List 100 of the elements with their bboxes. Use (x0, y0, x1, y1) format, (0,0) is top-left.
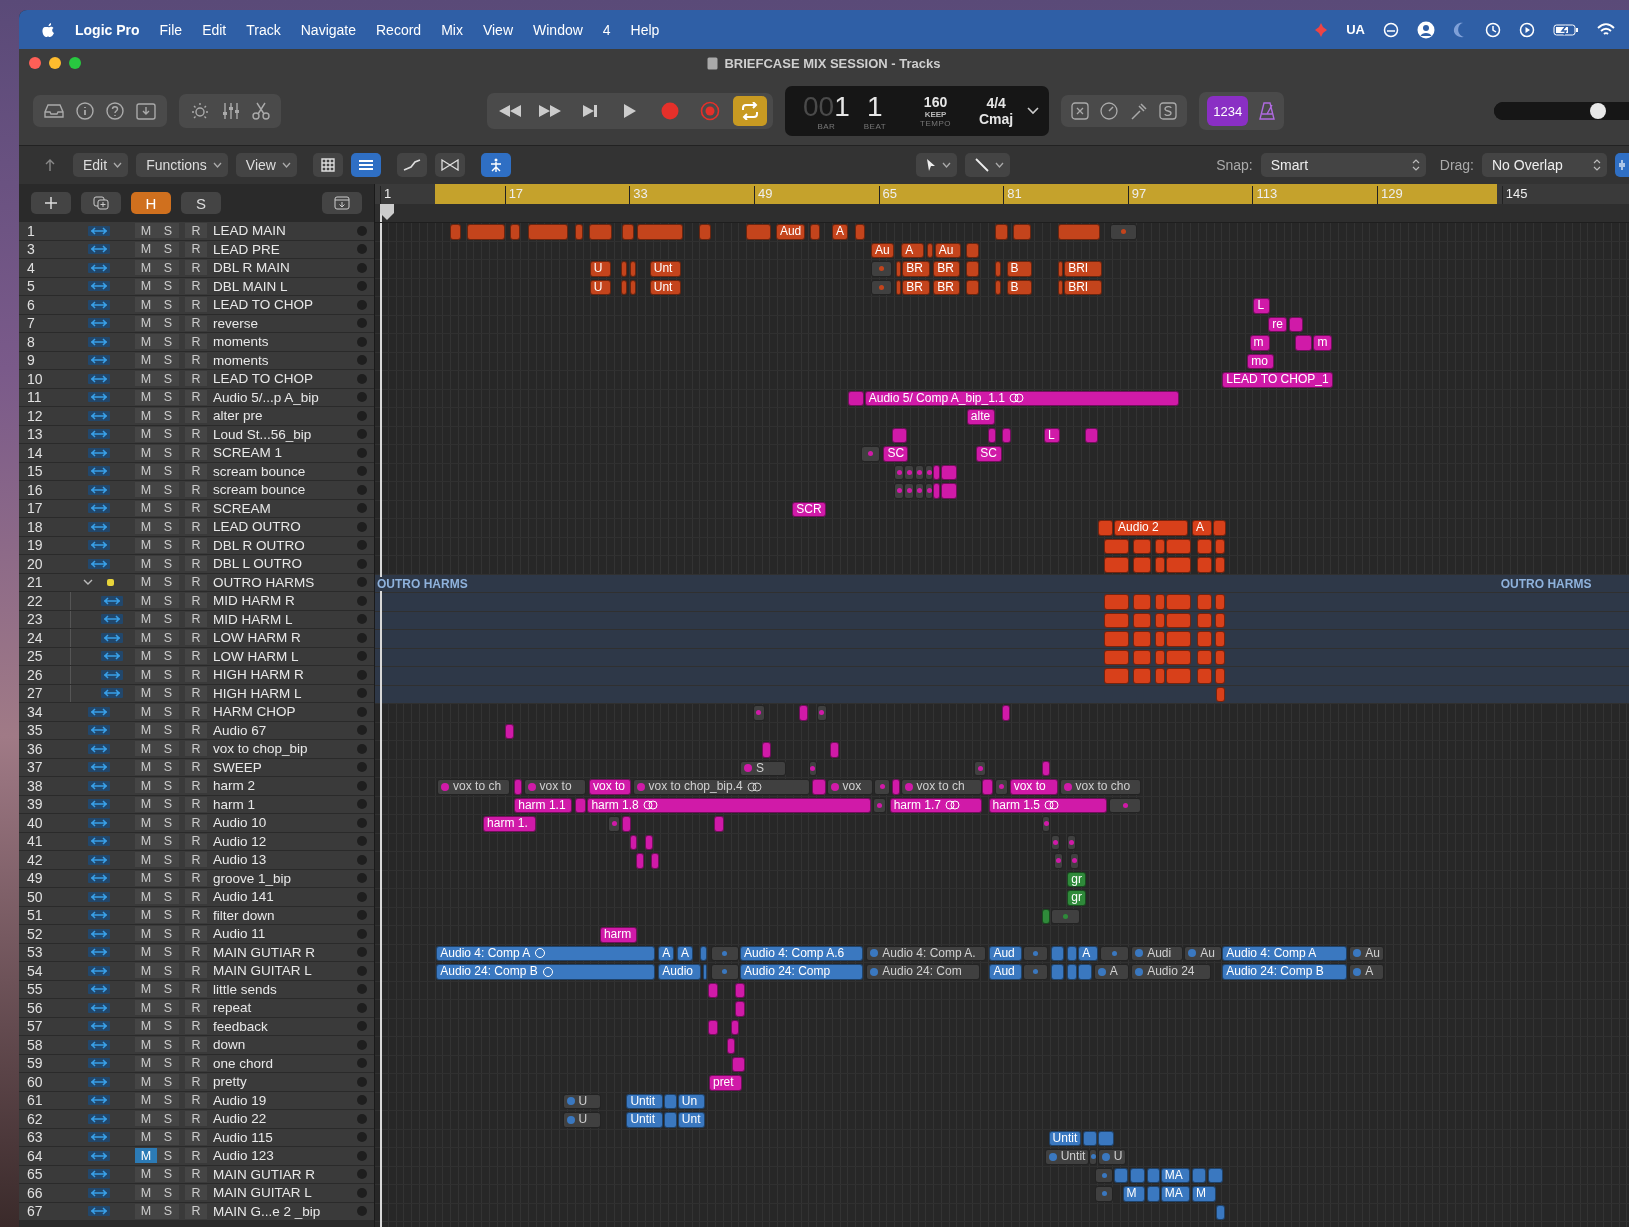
audio-region[interactable]: harm 1. (483, 816, 536, 832)
record-enable-button[interactable]: R (185, 630, 207, 646)
mute-button[interactable]: M (135, 889, 157, 905)
menu-button[interactable]: Functions (136, 153, 228, 177)
audio-region[interactable]: Audio 24: Comp B (436, 964, 656, 980)
record-enable-button[interactable]: R (185, 574, 207, 590)
solo-button[interactable]: S (157, 667, 179, 683)
audio-region[interactable]: B (1006, 279, 1033, 295)
audio-region[interactable]: U (589, 261, 611, 277)
mute-button[interactable]: M (135, 426, 157, 442)
solo-button[interactable]: S (157, 537, 179, 553)
track-header[interactable]: 10 M S R LEAD TO CHOP (19, 370, 374, 389)
track-header[interactable]: 12 M S R alter pre (19, 407, 374, 426)
muted-region[interactable]: Au (1184, 945, 1222, 961)
menu-item[interactable]: View (482, 21, 513, 38)
audio-region[interactable]: Audio 4: Comp A (436, 945, 656, 961)
record-enable-button[interactable]: R (185, 759, 207, 775)
record-enable-button[interactable]: R (185, 889, 207, 905)
audio-region[interactable]: Untit (626, 1093, 663, 1109)
record-enable-button[interactable]: R (185, 463, 207, 479)
muted-region[interactable]: vox to ch (900, 779, 982, 795)
mute-button[interactable]: M (135, 556, 157, 572)
muted-region[interactable]: Untit (1044, 1149, 1090, 1165)
audio-region[interactable]: Au (934, 242, 962, 258)
record-enable-button[interactable]: R (185, 722, 207, 738)
solo-button[interactable]: S (157, 260, 179, 276)
muted-region[interactable]: Audio 24: Com (866, 964, 981, 980)
solo-button[interactable]: S (157, 833, 179, 849)
mute-button[interactable]: M (135, 334, 157, 350)
record-enable-button[interactable]: R (185, 1055, 207, 1071)
muted-region[interactable]: S (740, 760, 787, 776)
mute-button[interactable]: M (135, 926, 157, 942)
record-enable-button[interactable]: R (185, 667, 207, 683)
menu-item[interactable]: Help (630, 21, 660, 38)
mute-button[interactable]: M (135, 963, 157, 979)
solo-button[interactable]: S (157, 944, 179, 960)
record-enable-button[interactable]: R (185, 241, 207, 257)
mute-button[interactable]: M (135, 870, 157, 886)
mute-button[interactable]: M (135, 371, 157, 387)
audio-region[interactable]: re (1268, 316, 1287, 332)
mute-button[interactable]: M (135, 759, 157, 775)
audio-region[interactable]: LEAD TO CHOP_1 (1222, 372, 1333, 388)
audio-region[interactable]: Audio 2 (1114, 520, 1189, 536)
audio-region[interactable]: BRI (1064, 261, 1102, 277)
mute-button[interactable]: M (135, 611, 157, 627)
muted-region[interactable]: A (1349, 964, 1385, 980)
audio-region[interactable]: Audio 24: Comp B (1222, 964, 1347, 980)
record-enable-button[interactable]: R (185, 981, 207, 997)
audio-region[interactable]: Unt (649, 279, 681, 295)
track-header[interactable]: 56 M S R repeat (19, 999, 374, 1018)
record-enable-button[interactable]: R (185, 963, 207, 979)
solo-button[interactable]: S (157, 500, 179, 516)
solo-button[interactable]: S (157, 519, 179, 535)
muted-region[interactable]: vox to (523, 779, 586, 795)
track-header[interactable]: 14 M S R SCREAM 1 (19, 444, 374, 463)
audio-region[interactable]: Untit (626, 1112, 663, 1128)
record-enable-button[interactable]: R (185, 1111, 207, 1127)
record-enable-button[interactable]: R (185, 926, 207, 942)
solo-button[interactable]: S (157, 315, 179, 331)
snap-dropdown[interactable]: Smart (1260, 153, 1426, 177)
solo-button[interactable]: S (157, 907, 179, 923)
track-header-toggle[interactable]: S (181, 192, 221, 214)
menu-button[interactable]: Edit (73, 153, 129, 177)
bar-ruler[interactable]: 1 17 33 49 65 81 97 113 129 145 (375, 184, 1629, 204)
solo-button[interactable]: S (157, 852, 179, 868)
mute-button[interactable]: M (135, 278, 157, 294)
mute-button[interactable]: M (135, 1129, 157, 1145)
record-enable-button[interactable]: R (185, 944, 207, 960)
muted-region[interactable]: vox to cho (1059, 779, 1142, 795)
audio-region[interactable]: Aud (989, 964, 1023, 980)
track-header[interactable]: 62 M S R Audio 22 (19, 1110, 374, 1129)
mute-button[interactable]: M (135, 1018, 157, 1034)
audio-region[interactable]: A (901, 242, 924, 258)
solo-button[interactable]: S (157, 1018, 179, 1034)
audio-region[interactable]: L (1043, 427, 1061, 443)
menu-item[interactable]: Navigate (300, 21, 356, 38)
mute-button[interactable]: M (135, 574, 157, 590)
menu-item[interactable]: Record (376, 21, 422, 38)
record-enable-button[interactable]: R (185, 334, 207, 350)
audio-region[interactable]: gr (1067, 890, 1086, 906)
solo-button[interactable]: S (157, 889, 179, 905)
track-header[interactable]: 66 M S R MAIN GUITAR L (19, 1184, 374, 1203)
audio-region[interactable]: A (832, 224, 849, 240)
solo-button[interactable]: S (157, 556, 179, 572)
audio-region[interactable]: BR (902, 261, 931, 277)
audio-region[interactable]: B (1006, 261, 1033, 277)
track-header[interactable]: 54 M S R MAIN GUITAR L (19, 962, 374, 981)
mute-button[interactable]: M (135, 796, 157, 812)
mute-button[interactable]: M (135, 500, 157, 516)
solo-button[interactable]: S (157, 648, 179, 664)
mute-button[interactable]: M (135, 815, 157, 831)
record-enable-button[interactable]: R (185, 315, 207, 331)
audio-region[interactable]: Au (871, 242, 894, 258)
muted-region[interactable]: Audi (1131, 945, 1183, 961)
muted-region[interactable]: Audio 4: Comp A. (866, 945, 987, 961)
audio-region[interactable]: A (677, 945, 694, 961)
solo-button[interactable]: S (157, 482, 179, 498)
audio-region[interactable]: Untit (1048, 1130, 1082, 1146)
mute-button[interactable]: M (135, 260, 157, 276)
mute-button[interactable]: M (135, 408, 157, 424)
